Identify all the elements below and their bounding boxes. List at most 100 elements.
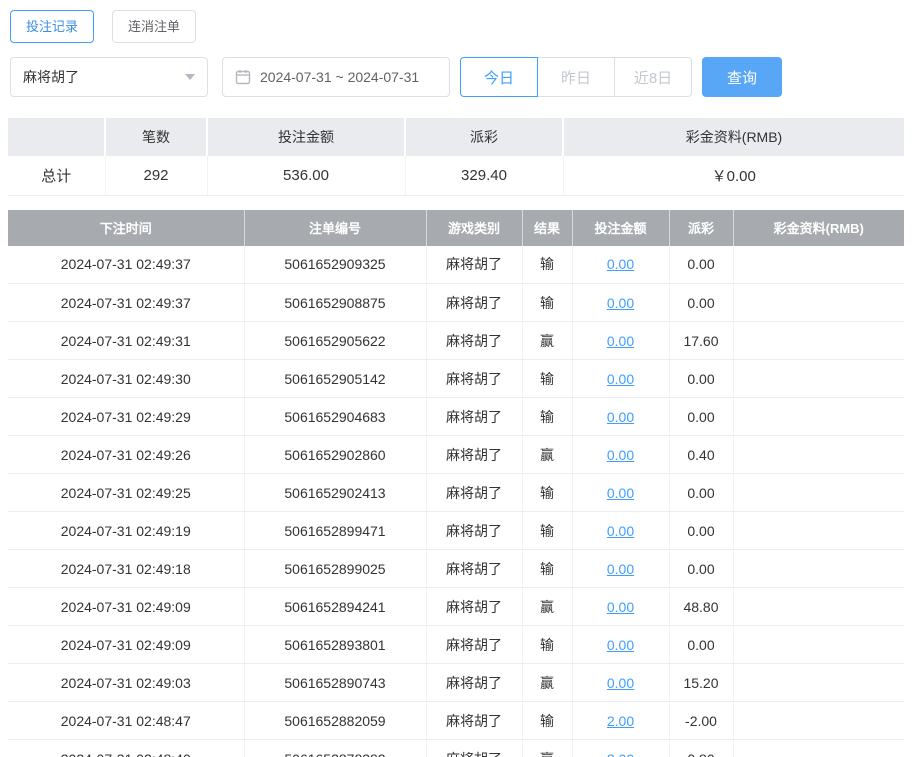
game-type-selected-value: 麻将胡了 xyxy=(23,69,79,85)
cell-result: 输 xyxy=(522,549,573,588)
cell-bonus xyxy=(733,473,904,512)
cell-result: 输 xyxy=(522,245,573,284)
summary-table: 笔数 投注金额 派彩 彩金资料(RMB) 总计 292 536.00 329.4… xyxy=(8,118,904,196)
header-bet-time: 下注时间 xyxy=(8,209,245,246)
summary-total-label: 总计 xyxy=(8,156,106,196)
cell-bet-amount: 2.00 xyxy=(572,701,670,740)
cell-game-type: 麻将胡了 xyxy=(426,473,523,512)
betting-records-page: 投注记录 连消注单 麻将胡了 2024-07-31 ~ 2024-07-31 今… xyxy=(0,0,912,757)
cell-order-id: 5061652905622 xyxy=(244,321,427,360)
bet-amount-link[interactable]: 0.00 xyxy=(607,371,634,387)
cell-game-type: 麻将胡了 xyxy=(426,701,523,740)
bet-amount-link[interactable]: 0.00 xyxy=(607,675,634,691)
cell-bet-amount: 0.00 xyxy=(572,359,670,398)
cell-result: 赢 xyxy=(522,739,573,757)
table-row: 2024-07-31 02:49:37 5061652908875 麻将胡了输 0.0… xyxy=(8,283,904,322)
cell-bet-time: 2024-07-31 02:49:18 xyxy=(8,549,245,588)
bet-amount-link[interactable]: 0.00 xyxy=(607,561,634,577)
cell-bet-amount: 0.00 xyxy=(572,587,670,626)
table-row: 2024-07-31 02:48:47 5061652882059 麻将胡了输 2.0… xyxy=(8,701,904,740)
cell-bet-amount: 0.00 xyxy=(572,663,670,702)
cell-order-id: 5061652909325 xyxy=(244,245,427,284)
header-order-id: 注单编号 xyxy=(244,209,427,246)
cell-payout: 0.80 xyxy=(669,739,734,757)
cell-result: 赢 xyxy=(522,587,573,626)
tab-betting-records[interactable]: 投注记录 xyxy=(10,10,95,43)
cell-game-type: 麻将胡了 xyxy=(426,359,523,398)
date-range-value: 2024-07-31 ~ 2024-07-31 xyxy=(260,69,420,85)
cell-order-id: 5061652893801 xyxy=(244,625,427,664)
summary-total-bonus: ￥0.00 xyxy=(563,156,904,196)
bet-amount-link[interactable]: 0.00 xyxy=(607,333,634,349)
cell-order-id: 5061652908875 xyxy=(244,283,427,322)
cell-bet-time: 2024-07-31 02:49:37 xyxy=(8,245,245,284)
summary-header-blank xyxy=(8,118,106,156)
cell-bet-amount: 0.00 xyxy=(572,549,670,588)
tab-cancelled-orders[interactable]: 连消注单 xyxy=(112,10,197,43)
table-row: 2024-07-31 02:49:31 5061652905622 麻将胡了赢 0.0… xyxy=(8,321,904,360)
cell-bet-time: 2024-07-31 02:49:25 xyxy=(8,473,245,512)
cell-bet-amount: 0.00 xyxy=(572,283,670,322)
cell-bonus xyxy=(733,245,904,284)
summary-header-payout: 派彩 xyxy=(405,118,564,156)
cell-result: 赢 xyxy=(522,435,573,474)
bet-amount-link[interactable]: 0.00 xyxy=(607,447,634,463)
bet-amount-link[interactable]: 0.00 xyxy=(607,409,634,425)
quick-today-button[interactable]: 今日 xyxy=(460,57,538,97)
cell-order-id: 5061652890743 xyxy=(244,663,427,702)
cell-result: 输 xyxy=(522,473,573,512)
cell-payout: 17.60 xyxy=(669,321,734,360)
cell-game-type: 麻将胡了 xyxy=(426,245,523,284)
bet-amount-link[interactable]: 0.00 xyxy=(607,523,634,539)
cell-order-id: 5061652882059 xyxy=(244,701,427,740)
cell-game-type: 麻将胡了 xyxy=(426,739,523,757)
cell-bonus xyxy=(733,549,904,588)
table-row: 2024-07-31 02:49:26 5061652902860 麻将胡了赢 0.0… xyxy=(8,435,904,474)
cell-payout: 0.40 xyxy=(669,435,734,474)
cell-game-type: 麻将胡了 xyxy=(426,283,523,322)
game-type-select[interactable]: 麻将胡了 xyxy=(10,57,208,97)
table-row: 2024-07-31 02:49:18 5061652899025 麻将胡了输 0.0… xyxy=(8,549,904,588)
bet-amount-link[interactable]: 0.00 xyxy=(607,295,634,311)
cell-result: 赢 xyxy=(522,321,573,360)
cell-payout: 0.00 xyxy=(669,511,734,550)
summary-header-row: 笔数 投注金额 派彩 彩金资料(RMB) xyxy=(8,118,904,156)
cell-bet-amount: 0.00 xyxy=(572,473,670,512)
table-row: 2024-07-31 02:49:19 5061652899471 麻将胡了输 0.0… xyxy=(8,511,904,550)
header-result: 结果 xyxy=(522,209,573,246)
date-range-input[interactable]: 2024-07-31 ~ 2024-07-31 xyxy=(222,57,450,97)
cell-order-id: 5061652902860 xyxy=(244,435,427,474)
bet-amount-link[interactable]: 0.00 xyxy=(607,485,634,501)
cell-bet-time: 2024-07-31 02:49:19 xyxy=(8,511,245,550)
summary-total-row: 总计 292 536.00 329.40 ￥0.00 xyxy=(8,156,904,196)
cell-bet-amount: 0.00 xyxy=(572,397,670,436)
quick-yesterday-button[interactable]: 昨日 xyxy=(537,57,615,97)
bet-amount-link[interactable]: 0.00 xyxy=(607,256,634,272)
cell-bet-time: 2024-07-31 02:49:09 xyxy=(8,625,245,664)
cell-order-id: 5061652894241 xyxy=(244,587,427,626)
bet-amount-link[interactable]: 0.00 xyxy=(607,599,634,615)
header-bet-amount: 投注金额 xyxy=(572,209,670,246)
summary-header-count: 笔数 xyxy=(105,118,208,156)
table-row: 2024-07-31 02:49:29 5061652904683 麻将胡了输 0.0… xyxy=(8,397,904,436)
table-row: 2024-07-31 02:49:30 5061652905142 麻将胡了输 0.0… xyxy=(8,359,904,398)
search-button[interactable]: 查询 xyxy=(702,57,782,97)
cell-bet-time: 2024-07-31 02:49:29 xyxy=(8,397,245,436)
cell-game-type: 麻将胡了 xyxy=(426,321,523,360)
cell-bonus xyxy=(733,359,904,398)
cell-payout: 15.20 xyxy=(669,663,734,702)
calendar-icon xyxy=(235,69,251,85)
cell-bet-amount: 0.00 xyxy=(572,321,670,360)
bet-amount-link[interactable]: 2.00 xyxy=(607,713,634,729)
cell-game-type: 麻将胡了 xyxy=(426,587,523,626)
cell-game-type: 麻将胡了 xyxy=(426,663,523,702)
cell-bonus xyxy=(733,663,904,702)
cell-payout: 0.00 xyxy=(669,283,734,322)
table-row: 2024-07-31 02:48:405061652878382麻将胡了赢 2.0… xyxy=(8,739,904,757)
quick-last8days-button[interactable]: 近8日 xyxy=(614,57,692,97)
cell-order-id: 5061652899471 xyxy=(244,511,427,550)
bet-amount-link[interactable]: 2.00 xyxy=(607,751,634,757)
bet-amount-link[interactable]: 0.00 xyxy=(607,637,634,653)
cell-game-type: 麻将胡了 xyxy=(426,511,523,550)
cell-bet-time: 2024-07-31 02:49:03 xyxy=(8,663,245,702)
